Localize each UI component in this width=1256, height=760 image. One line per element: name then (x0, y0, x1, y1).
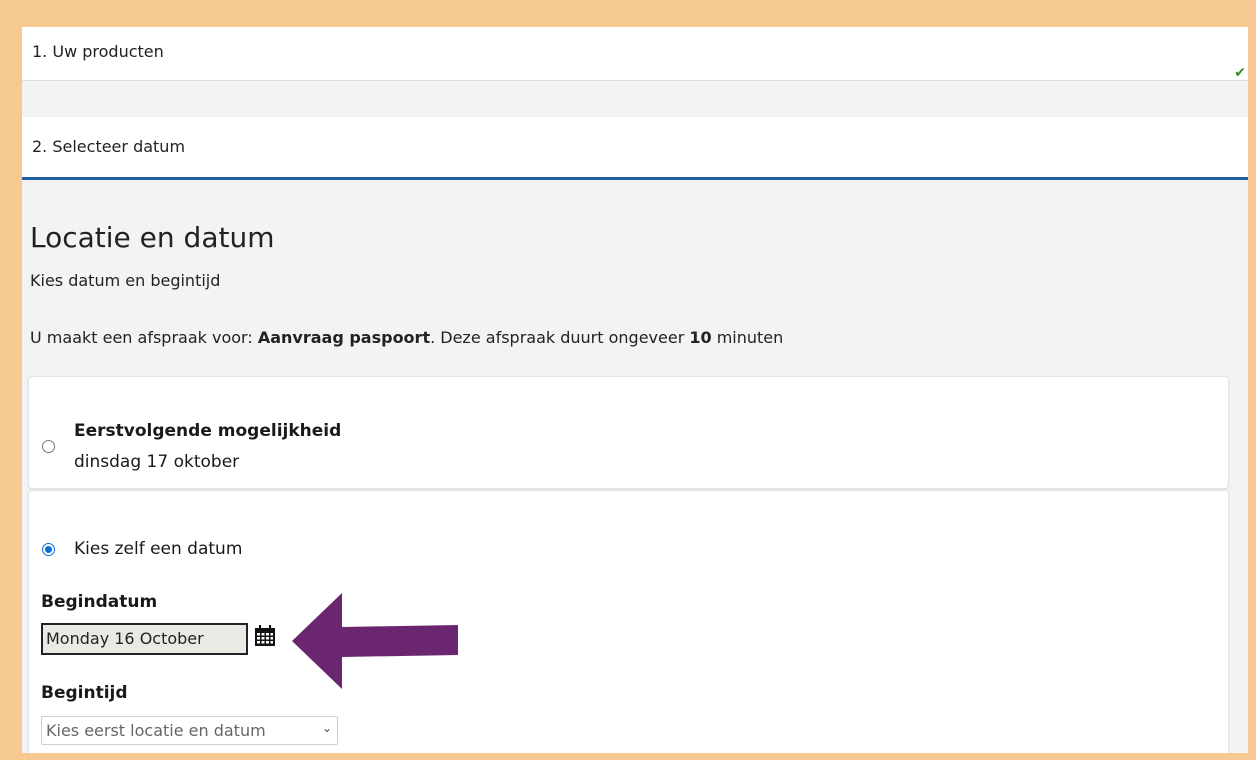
option-first-available[interactable]: Eerstvolgende mogelijkheid dinsdag 17 ok… (28, 376, 1229, 489)
info-middle: . Deze afspraak duurt ongeveer (430, 328, 690, 347)
first-available-title: Eerstvolgende mogelijkheid (74, 421, 342, 441)
chevron-down-icon: ⌄ (321, 721, 332, 735)
info-suffix: minuten (711, 328, 784, 347)
step-1-label: 1. Uw producten (32, 42, 164, 61)
start-time-select[interactable]: Kies eerst locatie en datum ⌄ (41, 716, 338, 745)
start-time-placeholder: Kies eerst locatie en datum (46, 721, 266, 740)
option-choose-date[interactable]: Kies zelf een datum Begindatum Monday 16… (28, 490, 1229, 753)
page-frame: 1. Uw producten ✔ 2. Selecteer datum Loc… (22, 27, 1248, 753)
start-date-label: Begindatum (41, 592, 158, 612)
step-2-label: 2. Selecteer datum (32, 137, 186, 156)
first-available-date: dinsdag 17 oktober (74, 452, 240, 472)
duration-value: 10 (689, 328, 712, 347)
page-subtitle: Kies datum en begintijd (30, 271, 221, 290)
radio-choose-date[interactable] (42, 543, 55, 556)
step-selecteer-datum[interactable]: 2. Selecteer datum (22, 117, 1248, 180)
start-time-label: Begintijd (41, 683, 128, 703)
appointment-info: U maakt een afspraak voor: Aanvraag pasp… (30, 328, 783, 347)
info-prefix: U maakt een afspraak voor: (30, 328, 258, 347)
check-icon: ✔ (1234, 65, 1246, 81)
calendar-icon[interactable] (254, 625, 276, 647)
choose-date-label: Kies zelf een datum (74, 539, 243, 559)
radio-first-available[interactable] (42, 440, 55, 453)
product-name: Aanvraag paspoort (257, 328, 431, 347)
page-title: Locatie en datum (30, 221, 275, 254)
arrow-left-annotation (292, 593, 458, 689)
start-date-input[interactable]: Monday 16 October (41, 623, 248, 655)
step-uw-producten[interactable]: 1. Uw producten ✔ (22, 27, 1248, 81)
